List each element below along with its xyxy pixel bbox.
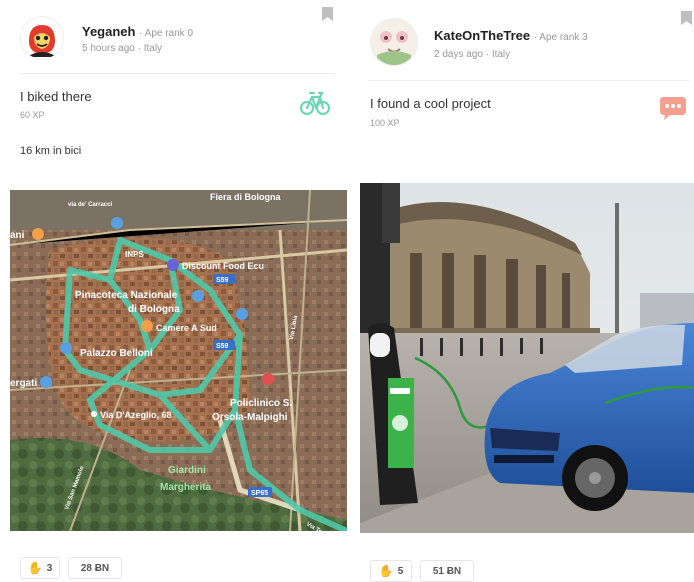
coin-button[interactable]: 51 ɃN bbox=[420, 560, 474, 582]
username[interactable]: KateOnTheTree · Ape rank 3 bbox=[434, 28, 588, 43]
map-label: Giardini bbox=[168, 465, 206, 476]
activity-title: I biked there bbox=[20, 89, 92, 104]
map-label: Palazzo Belloni bbox=[80, 348, 153, 359]
coin-button[interactable]: 28 ɃN bbox=[68, 557, 122, 579]
avatar[interactable] bbox=[20, 16, 64, 60]
avatar[interactable] bbox=[370, 18, 418, 66]
feed-card-kateonthetree: KateOnTheTree · Ape rank 3 2 days ago · … bbox=[350, 0, 694, 582]
map-label: Margherita bbox=[160, 482, 212, 493]
ape-rank: · Ape rank 3 bbox=[533, 32, 588, 43]
username-text: Yeganeh bbox=[82, 24, 136, 39]
divider bbox=[369, 80, 689, 81]
project-photo[interactable] bbox=[360, 183, 694, 533]
like-count: 5 bbox=[397, 565, 404, 577]
map-label: Orsola-Malpighi bbox=[212, 412, 288, 423]
username[interactable]: Yeganeh · Ape rank 0 bbox=[82, 24, 193, 39]
activity-title: I found a cool project bbox=[370, 96, 491, 111]
hand-icon: ✋ bbox=[27, 561, 43, 575]
ape-rank: · Ape rank 0 bbox=[139, 28, 194, 39]
bicycle-icon bbox=[300, 91, 330, 116]
map-label: S59 bbox=[216, 277, 229, 284]
bookmark-icon[interactable] bbox=[322, 7, 333, 21]
hand-icon: ✋ bbox=[378, 564, 394, 578]
map-label: ani bbox=[10, 230, 25, 241]
map-label: S59 bbox=[216, 343, 229, 350]
coin-count: 51 ɃN bbox=[432, 565, 462, 577]
divider bbox=[19, 73, 334, 74]
map-label: via de' Carracci bbox=[68, 202, 112, 208]
chat-bubble-icon bbox=[660, 97, 686, 120]
map-label: SP65 bbox=[251, 490, 268, 497]
map-label: Discount Food Ecu bbox=[182, 261, 264, 271]
map-label: Fiera di Bologna bbox=[210, 192, 282, 202]
like-button[interactable]: ✋ 3 bbox=[20, 557, 60, 579]
xp-value: 100 XP bbox=[370, 118, 400, 128]
username-text: KateOnTheTree bbox=[434, 28, 531, 43]
map-label: ergati bbox=[10, 378, 37, 389]
bookmark-icon[interactable] bbox=[681, 11, 692, 25]
like-count: 3 bbox=[46, 562, 53, 574]
map-label: Policlinico S. bbox=[230, 398, 292, 409]
feed-card-yeganeh: Yeganeh · Ape rank 0 5 hours ago · Italy… bbox=[0, 0, 347, 580]
photo-canvas bbox=[360, 183, 694, 533]
route-map[interactable]: Fiera di Bologna via de' Carracci ani IN… bbox=[10, 190, 347, 531]
map-label: Camere A Sud bbox=[156, 323, 217, 333]
map-canvas: Fiera di Bologna via de' Carracci ani IN… bbox=[10, 190, 347, 531]
map-label: INPS bbox=[125, 250, 144, 259]
post-meta: 5 hours ago · Italy bbox=[82, 43, 163, 54]
map-label: Pinacoteca Nazionale bbox=[75, 290, 178, 301]
activity-description: 16 km in bici bbox=[20, 145, 82, 157]
map-label: di Bologna bbox=[128, 304, 180, 315]
map-label: Via D'Azeglio, 68 bbox=[100, 410, 172, 420]
xp-value: 60 XP bbox=[20, 110, 45, 120]
ape-avatar-icon bbox=[372, 20, 416, 65]
coin-count: 28 ɃN bbox=[80, 562, 110, 574]
post-meta: 2 days ago · Italy bbox=[434, 49, 511, 60]
like-button[interactable]: ✋ 5 bbox=[370, 560, 412, 582]
ape-avatar-icon bbox=[22, 18, 62, 58]
